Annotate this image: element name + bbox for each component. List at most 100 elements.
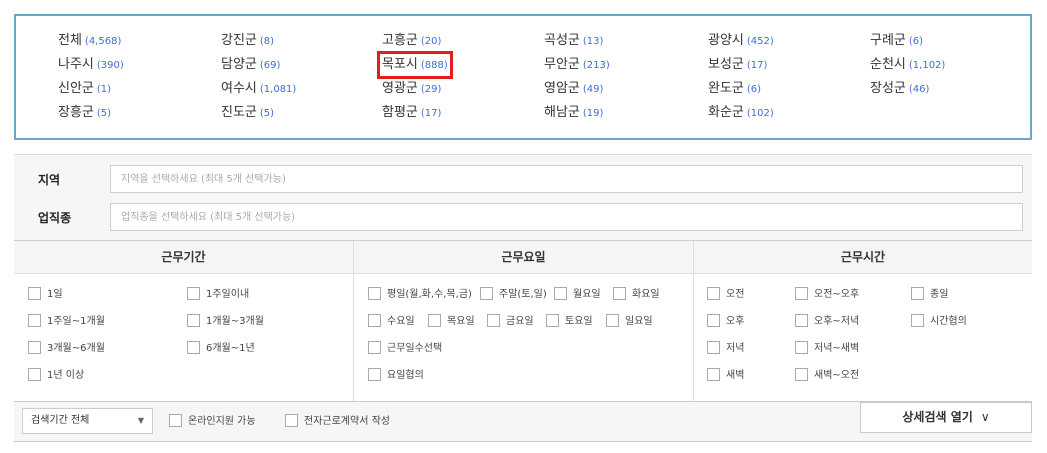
checkbox-icon bbox=[554, 286, 567, 300]
detail-search-open-button[interactable]: 상세검색 열기 ∨ bbox=[860, 402, 1032, 433]
region-name: 해남군 bbox=[544, 105, 580, 120]
filter-checkbox[interactable]: 토요일 bbox=[546, 313, 593, 331]
region-count: (20) bbox=[420, 36, 442, 47]
region-item[interactable]: 영암군 (49) bbox=[542, 78, 605, 100]
filter-checkbox[interactable]: 1개월~3개월 bbox=[187, 313, 264, 331]
work-period-header: 근무기간 bbox=[14, 241, 353, 274]
region-item[interactable]: 진도군 (5) bbox=[219, 102, 276, 124]
filter-checkbox[interactable]: 금요일 bbox=[487, 313, 534, 331]
region-count: (4,568) bbox=[84, 36, 122, 47]
checkbox-icon bbox=[187, 340, 200, 354]
work-conditions-filters: 근무기간 1일 1주일이내 1주일~1개월 1개월~3개월 3개월~6개월 6개월~1년 1… bbox=[14, 240, 1032, 402]
region-count: (49) bbox=[582, 84, 604, 95]
checkbox-icon bbox=[795, 340, 808, 354]
filter-checkbox[interactable]: 목요일 bbox=[428, 313, 475, 331]
region-name: 신안군 bbox=[58, 81, 94, 96]
filter-checkbox-label: 오후~저녁 bbox=[814, 316, 860, 327]
filter-checkbox[interactable]: 6개월~1년 bbox=[187, 340, 255, 358]
filter-checkbox-label: 오전 bbox=[726, 289, 745, 300]
region-item[interactable]: 장흥군 (5) bbox=[56, 102, 113, 124]
region-item[interactable]: 목포시 (888) bbox=[377, 51, 453, 79]
online-support-checkbox[interactable]: 온라인지원 가능 bbox=[169, 413, 256, 430]
region-item[interactable]: 고흥군 (20) bbox=[380, 30, 443, 52]
region-item[interactable]: 무안군 (213) bbox=[542, 54, 612, 76]
region-item[interactable]: 보성군 (17) bbox=[706, 54, 769, 76]
chevron-down-icon: ∨ bbox=[980, 410, 990, 424]
checkbox-icon bbox=[368, 313, 381, 327]
filter-checkbox-label: 1일 bbox=[47, 289, 63, 300]
region-count: (29) bbox=[420, 84, 442, 95]
job-field-row: 업직종 bbox=[14, 203, 1032, 233]
region-input[interactable] bbox=[110, 165, 1023, 193]
region-name: 강진군 bbox=[221, 33, 257, 48]
region-item[interactable]: 영광군 (29) bbox=[380, 78, 443, 100]
checkbox-icon bbox=[795, 367, 808, 381]
filter-checkbox-label: 1년 이상 bbox=[47, 370, 85, 381]
region-name: 보성군 bbox=[708, 57, 744, 72]
work-days-header: 근무요일 bbox=[354, 241, 693, 274]
e-contract-checkbox[interactable]: 전자근로계약서 작성 bbox=[285, 413, 390, 430]
filter-checkbox[interactable]: 3개월~6개월 bbox=[28, 340, 105, 358]
region-item[interactable]: 화순군 (102) bbox=[706, 102, 776, 124]
region-item[interactable]: 광양시 (452) bbox=[706, 30, 776, 52]
filter-checkbox[interactable]: 1주일~1개월 bbox=[28, 313, 105, 331]
region-item[interactable]: 해남군 (19) bbox=[542, 102, 605, 124]
region-count: (452) bbox=[746, 36, 774, 47]
filter-checkbox-label: 저녁~새벽 bbox=[814, 343, 860, 354]
filter-checkbox[interactable]: 1일 bbox=[28, 286, 63, 304]
filter-checkbox[interactable]: 월요일 bbox=[554, 286, 601, 304]
filter-checkbox[interactable]: 요일협의 bbox=[368, 367, 424, 385]
search-period-select[interactable]: 검색기간 전체 ▼ bbox=[22, 408, 153, 434]
filter-checkbox[interactable]: 수요일 bbox=[368, 313, 415, 331]
filter-checkbox[interactable]: 오전~오후 bbox=[795, 286, 859, 304]
region-count: (6) bbox=[746, 84, 762, 95]
filter-checkbox[interactable]: 오후 bbox=[707, 313, 744, 331]
search-period-select-value: 검색기간 전체 bbox=[31, 415, 90, 426]
region-count: (13) bbox=[582, 36, 604, 47]
region-item[interactable]: 곡성군 (13) bbox=[542, 30, 605, 52]
region-item[interactable]: 완도군 (6) bbox=[706, 78, 763, 100]
region-count: (1,102) bbox=[908, 60, 946, 71]
region-name: 여수시 bbox=[221, 81, 257, 96]
region-item[interactable]: 강진군 (8) bbox=[219, 30, 276, 52]
filter-checkbox[interactable]: 저녁 bbox=[707, 340, 744, 358]
region-item[interactable]: 함평군 (17) bbox=[380, 102, 443, 124]
filter-checkbox[interactable]: 화요일 bbox=[613, 286, 660, 304]
filter-checkbox[interactable]: 종일 bbox=[911, 286, 948, 304]
filter-checkbox[interactable]: 일요일 bbox=[606, 313, 653, 331]
filter-checkbox[interactable]: 주말(토,일) bbox=[480, 286, 547, 304]
filter-checkbox[interactable]: 새벽~오전 bbox=[795, 367, 859, 385]
work-days-column: 근무요일 평일(월,화,수,목,금) 주말(토,일) 월요일 화요일수요일 목요일 금요일… bbox=[354, 241, 694, 401]
filter-checkbox[interactable]: 오전 bbox=[707, 286, 744, 304]
filter-checkbox[interactable]: 1년 이상 bbox=[28, 367, 84, 385]
region-count: (8) bbox=[259, 36, 275, 47]
filter-checkbox[interactable]: 1주일이내 bbox=[187, 286, 249, 304]
region-item[interactable]: 전체 (4,568) bbox=[56, 30, 123, 52]
region-item[interactable]: 구례군 (6) bbox=[868, 30, 925, 52]
detail-search-label: 상세검색 열기 bbox=[902, 410, 973, 424]
filter-checkbox[interactable]: 평일(월,화,수,목,금) bbox=[368, 286, 472, 304]
region-item[interactable]: 장성군 (46) bbox=[868, 78, 931, 100]
region-item[interactable]: 나주시 (390) bbox=[56, 54, 126, 76]
filter-checkbox[interactable]: 시간협의 bbox=[911, 313, 967, 331]
filter-checkbox-label: 시간협의 bbox=[930, 316, 967, 327]
region-name: 나주시 bbox=[58, 57, 94, 72]
checkbox-icon bbox=[795, 286, 808, 300]
job-input[interactable] bbox=[110, 203, 1023, 231]
filter-checkbox-label: 종일 bbox=[930, 289, 949, 300]
filter-checkbox-label: 저녁 bbox=[726, 343, 745, 354]
region-name: 전체 bbox=[58, 33, 82, 48]
filter-checkbox[interactable]: 근무일수선택 bbox=[368, 340, 442, 358]
region-item[interactable]: 순천시 (1,102) bbox=[868, 54, 947, 76]
filter-checkbox[interactable]: 저녁~새벽 bbox=[795, 340, 859, 358]
filter-checkbox[interactable]: 새벽 bbox=[707, 367, 744, 385]
region-item[interactable]: 여수시 (1,081) bbox=[219, 78, 298, 100]
filter-checkbox[interactable]: 오후~저녁 bbox=[795, 313, 859, 331]
region-item[interactable]: 담양군 (69) bbox=[219, 54, 282, 76]
region-selection-panel: 전체 (4,568) 강진군 (8) 고흥군 (20) 곡성군 (13) 광양시 (452) 구례군… bbox=[14, 14, 1032, 140]
region-item[interactable]: 신안군 (1) bbox=[56, 78, 113, 100]
filter-checkbox-label: 요일협의 bbox=[387, 370, 424, 381]
region-name: 영광군 bbox=[382, 81, 418, 96]
region-name: 영암군 bbox=[544, 81, 580, 96]
checkbox-icon bbox=[169, 413, 182, 427]
